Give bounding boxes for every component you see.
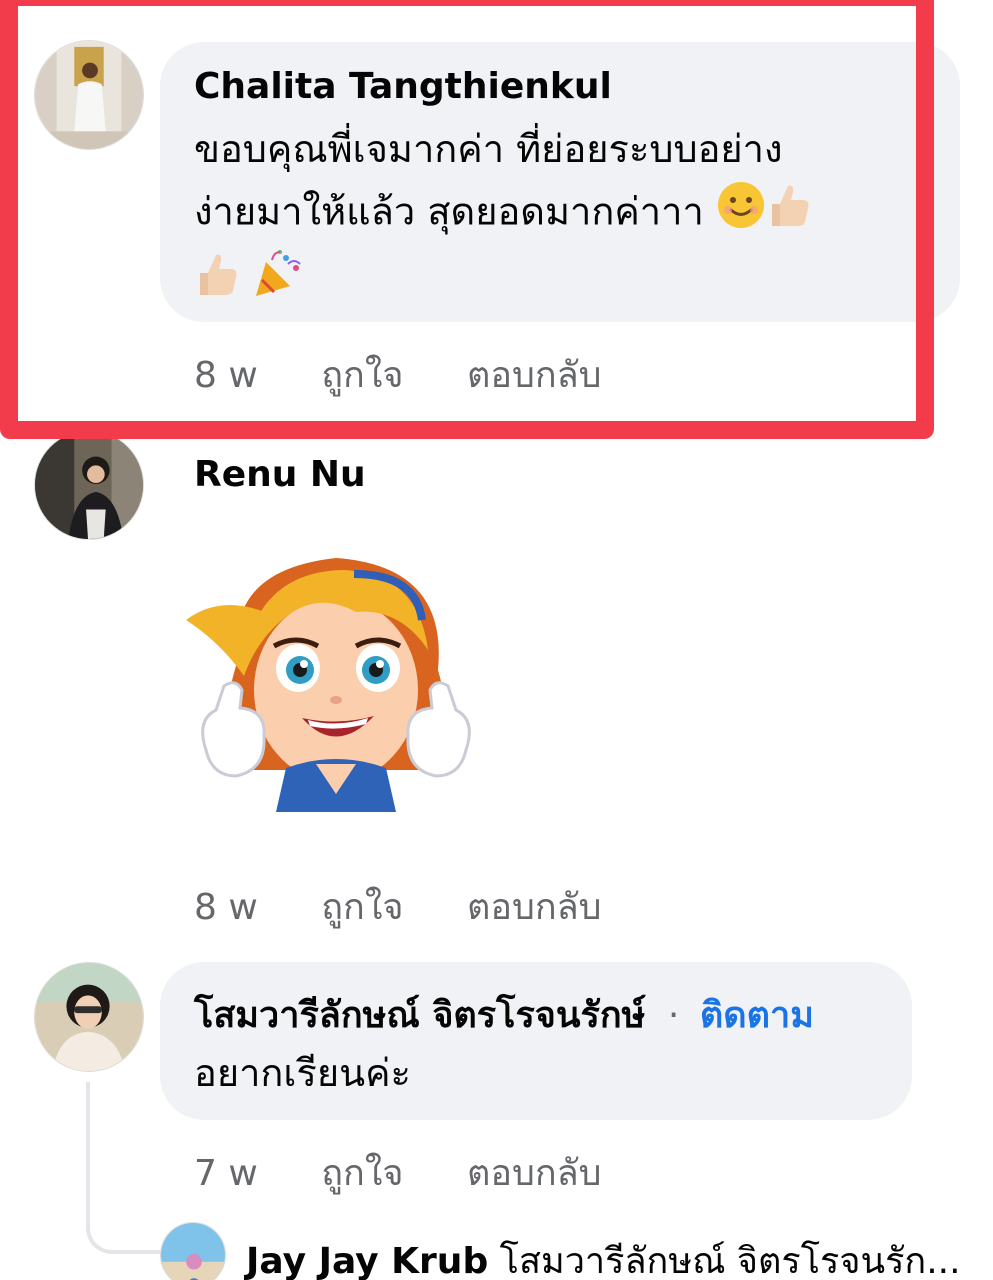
thumbs-up-emoji xyxy=(766,180,812,248)
reply-thread-connector xyxy=(86,1082,160,1254)
reply-text: โสมวารีลักษณ์ จิตรโรจนรัก... xyxy=(499,1241,961,1280)
comment-author[interactable]: Renu Nu xyxy=(194,454,366,495)
comment-author-row: โสมวารีลักษณ์ จิตรโรจนรักษ์ · ติดตาม xyxy=(194,986,814,1043)
comment-meta: 8 w ถูกใจ ตอบกลับ xyxy=(194,878,602,935)
comment-meta: 7 w ถูกใจ ตอบกลับ xyxy=(194,1144,602,1201)
party-popper-emoji xyxy=(252,248,304,318)
reply-button[interactable]: ตอบกลับ xyxy=(467,346,602,403)
comment-text-line-2: ง่ายมาให้แล้ว สุดยอดมากค่าาา xyxy=(194,189,704,234)
comment-text-line-3 xyxy=(194,248,914,318)
reply-author[interactable]: Jay Jay Krub xyxy=(246,1241,488,1280)
avatar-chalita[interactable] xyxy=(34,40,144,150)
like-button[interactable]: ถูกใจ xyxy=(321,1144,403,1201)
comment-author[interactable]: โสมวารีลักษณ์ จิตรโรจนรักษ์ xyxy=(194,995,645,1036)
thumbs-up-girl-sticker xyxy=(186,550,486,820)
comment-time[interactable]: 8 w xyxy=(194,355,258,396)
like-button[interactable]: ถูกใจ xyxy=(321,346,403,403)
avatar-somwaree[interactable] xyxy=(34,962,144,1072)
comment-time[interactable]: 7 w xyxy=(194,1153,258,1194)
separator-dot: · xyxy=(667,995,680,1036)
follow-button[interactable]: ติดตาม xyxy=(700,995,814,1036)
comment-text-line: ขอบคุณพี่เจมากค่า ที่ย่อยระบบอย่าง xyxy=(194,127,783,171)
reply-preview[interactable]: Jay Jay Krub โสมวารีลักษณ์ จิตรโรจนรัก..… xyxy=(246,1232,961,1280)
avatar-renu[interactable] xyxy=(34,430,144,540)
smiling-face-emoji xyxy=(716,180,766,248)
avatar-jay-jay[interactable] xyxy=(160,1222,226,1280)
like-button[interactable]: ถูกใจ xyxy=(321,878,403,935)
comment-text-line: ง่ายมาให้แล้ว สุดยอดมากค่าาา xyxy=(194,180,914,248)
reply-button[interactable]: ตอบกลับ xyxy=(467,1144,602,1201)
comment-text: ขอบคุณพี่เจมากค่า ที่ย่อยระบบอย่าง ง่ายม… xyxy=(194,118,914,318)
comment-time[interactable]: 8 w xyxy=(194,887,258,928)
comment-author[interactable]: Chalita Tangthienkul xyxy=(194,66,612,107)
comment-text: อยากเรียนค่ะ xyxy=(194,1051,411,1095)
comment-meta: 8 w ถูกใจ ตอบกลับ xyxy=(194,346,602,403)
thumbs-up-emoji xyxy=(194,249,240,317)
reply-button[interactable]: ตอบกลับ xyxy=(467,878,602,935)
